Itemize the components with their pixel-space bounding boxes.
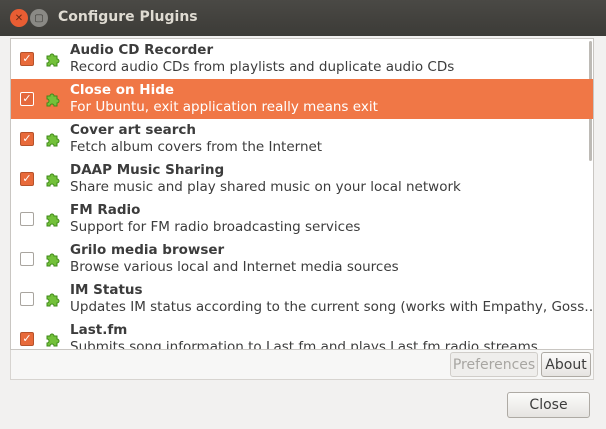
plugin-list[interactable]: ✓ Audio CD Recorder Record audio CDs fro…: [10, 38, 594, 350]
plugin-name: FM Radio: [70, 202, 141, 218]
plugin-puzzle-icon: [46, 93, 60, 107]
plugin-description: Fetch album covers from the Internet: [70, 139, 323, 155]
plugin-action-bar: Preferences About: [10, 350, 594, 380]
plugin-row[interactable]: ✓ Last.fm Submits song information to La…: [11, 319, 593, 350]
plugin-row[interactable]: ✓ Cover art search Fetch album covers fr…: [11, 119, 593, 159]
plugin-description: Submits song information to Last.fm and …: [70, 339, 538, 350]
plugin-puzzle-icon: [46, 133, 60, 147]
window-title: Configure Plugins: [58, 9, 198, 25]
enable-checkbox[interactable]: ✓: [20, 52, 34, 66]
plugin-puzzle-icon: [46, 333, 60, 347]
plugin-name: Audio CD Recorder: [70, 42, 214, 58]
about-button[interactable]: About: [541, 352, 591, 377]
plugin-puzzle-icon: [46, 213, 60, 227]
plugin-description: Record audio CDs from playlists and dupl…: [70, 59, 455, 75]
plugin-name: Cover art search: [70, 122, 196, 138]
enable-checkbox[interactable]: ✓: [20, 132, 34, 146]
enable-checkbox[interactable]: ✓: [20, 92, 34, 106]
window-close-button[interactable]: ✕: [10, 9, 28, 27]
enable-checkbox[interactable]: [20, 212, 34, 226]
plugin-puzzle-icon: [46, 173, 60, 187]
enable-checkbox[interactable]: ✓: [20, 172, 34, 186]
enable-checkbox[interactable]: [20, 252, 34, 266]
plugin-puzzle-icon: [46, 253, 60, 267]
plugin-description: Browse various local and Internet media …: [70, 259, 399, 275]
plugin-row[interactable]: Grilo media browser Browse various local…: [11, 239, 593, 279]
plugin-description: For Ubuntu, exit application really mean…: [70, 99, 378, 115]
plugin-row[interactable]: IM Status Updates IM status according to…: [11, 279, 593, 319]
plugin-name: Grilo media browser: [70, 242, 225, 258]
plugin-row[interactable]: ✓ DAAP Music Sharing Share music and pla…: [11, 159, 593, 199]
plugin-name: Last.fm: [70, 322, 128, 338]
maximize-icon: ▢: [34, 12, 44, 24]
plugin-description: Share music and play shared music on you…: [70, 179, 461, 195]
plugin-row[interactable]: ✓ Close on Hide For Ubuntu, exit applica…: [11, 79, 593, 119]
plugin-description: Support for FM radio broadcasting servic…: [70, 219, 361, 235]
plugin-name: Close on Hide: [70, 82, 175, 98]
plugin-name: IM Status: [70, 282, 143, 298]
enable-checkbox[interactable]: [20, 292, 34, 306]
enable-checkbox[interactable]: ✓: [20, 332, 34, 346]
window-maximize-button[interactable]: ▢: [30, 9, 48, 27]
title-bar: ✕ ▢ Configure Plugins: [0, 0, 606, 36]
plugin-puzzle-icon: [46, 293, 60, 307]
plugin-row[interactable]: FM Radio Support for FM radio broadcasti…: [11, 199, 593, 239]
plugin-puzzle-icon: [46, 53, 60, 67]
plugin-description: Updates IM status according to the curre…: [70, 299, 594, 315]
close-button[interactable]: Close: [507, 392, 590, 418]
plugin-name: DAAP Music Sharing: [70, 162, 225, 178]
plugin-row[interactable]: ✓ Audio CD Recorder Record audio CDs fro…: [11, 39, 593, 79]
close-icon: ✕: [14, 12, 24, 24]
preferences-button[interactable]: Preferences: [450, 352, 538, 377]
